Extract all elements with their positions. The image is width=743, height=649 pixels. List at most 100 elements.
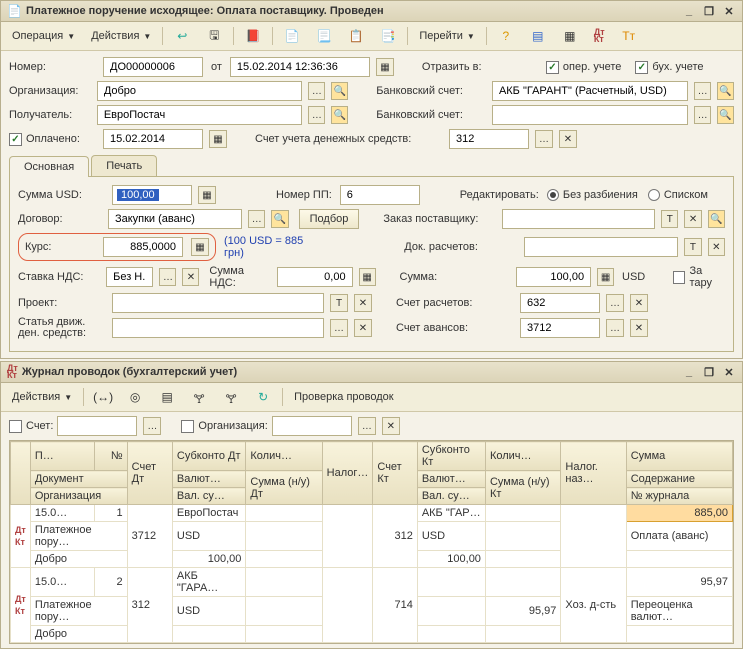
tab-main[interactable]: Основная (9, 156, 89, 177)
radio-nosplit[interactable]: Без разбиения (547, 189, 638, 201)
account-filter-input[interactable] (57, 416, 137, 436)
acc-account-checkbox[interactable]: ✓бух. учете (635, 61, 703, 74)
bank-account2-input[interactable] (492, 105, 688, 125)
bank-account-input[interactable] (492, 81, 688, 101)
post-icon[interactable]: 📄 (277, 25, 307, 47)
bank2-search-icon[interactable]: 🔍 (717, 106, 734, 124)
account-filter-checkbox[interactable]: Счет: (9, 420, 53, 433)
recipient-search-icon[interactable]: 🔍 (331, 106, 348, 124)
cash-clear-icon[interactable]: ✕ (559, 130, 577, 148)
contract-input[interactable] (108, 209, 242, 229)
cash-account-input[interactable] (449, 129, 529, 149)
check-entries-button[interactable]: Проверка проводок (287, 388, 400, 406)
supplier-order-input[interactable] (502, 209, 655, 229)
contract-ellipsis-icon[interactable]: … (248, 210, 265, 228)
account-filter-ellipsis-icon[interactable]: … (143, 417, 161, 435)
list-icon[interactable]: ▤ (523, 25, 553, 47)
print-movements-icon[interactable]: 📑 (373, 25, 403, 47)
org-filter-ellipsis-icon[interactable]: … (358, 417, 376, 435)
save-close-icon[interactable]: 🖫 (199, 25, 229, 47)
org-filter-checkbox[interactable]: Организация: (181, 420, 267, 433)
actions-menu[interactable]: Действия▼ (84, 27, 158, 45)
bank2-ellipsis-icon[interactable]: … (694, 106, 711, 124)
paid-calendar-icon[interactable]: ▦ (209, 130, 227, 148)
funnel-off-icon[interactable]: 🝖 (216, 386, 246, 408)
rate-input[interactable] (103, 237, 183, 257)
recipient-input[interactable] (97, 105, 303, 125)
range-icon[interactable]: (↔) (88, 386, 118, 408)
operation-menu[interactable]: Операция▼ (5, 27, 82, 45)
accadv-ellipsis-icon[interactable]: … (606, 319, 624, 337)
recipient-ellipsis-icon[interactable]: … (308, 106, 325, 124)
org-filter-clear-icon[interactable]: ✕ (382, 417, 400, 435)
run-icon[interactable]: ↩ (167, 25, 197, 47)
dk-icon[interactable]: Дт Кт (587, 26, 612, 46)
filter-icon[interactable]: ▤ (152, 386, 182, 408)
sum-calc-icon[interactable]: ▦ (597, 268, 614, 286)
order-t-icon[interactable]: T (661, 210, 678, 228)
contract-search-icon[interactable]: 🔍 (271, 210, 288, 228)
help-icon[interactable]: ? (491, 25, 521, 47)
restore-button[interactable]: ❐ (702, 4, 716, 18)
rate-calc-icon[interactable]: ▦ (191, 238, 209, 256)
doc-calc-input[interactable] (524, 237, 678, 257)
journal-restore-button[interactable]: ❐ (702, 365, 716, 379)
acc-advance-input[interactable] (520, 318, 600, 338)
date-input[interactable] (230, 57, 370, 77)
paid-checkbox[interactable]: ✓Оплачено: (9, 133, 99, 146)
calendar-icon[interactable]: ▦ (376, 58, 394, 76)
radio-list[interactable]: Списком (648, 189, 708, 201)
vat-sum-input[interactable] (277, 267, 352, 287)
org-search-icon[interactable]: 🔍 (331, 82, 348, 100)
movements-icon[interactable]: 📋 (341, 25, 371, 47)
unpost-icon[interactable]: 📃 (309, 25, 339, 47)
cashflow-input[interactable] (112, 318, 324, 338)
order-search-icon[interactable]: 🔍 (708, 210, 725, 228)
journal-min-button[interactable]: _ (682, 365, 696, 379)
doccalc-t-icon[interactable]: T (684, 238, 701, 256)
journal-grid[interactable]: П… № Счет Дт Субконто Дт Колич… Налог… С… (9, 440, 734, 644)
accadv-clear-icon[interactable]: ✕ (630, 319, 648, 337)
project-clear-icon[interactable]: ✕ (354, 294, 372, 312)
pp-number-input[interactable] (340, 185, 420, 205)
journal-close-button[interactable]: ✕ (722, 365, 736, 379)
cashflow-ellipsis-icon[interactable]: … (330, 319, 348, 337)
journal-actions-menu[interactable]: Действия▼ (5, 388, 79, 406)
pick-button[interactable]: Подбор (299, 209, 360, 229)
tt-icon[interactable]: Тт (614, 25, 644, 47)
bank1-ellipsis-icon[interactable]: … (694, 82, 711, 100)
vat-clear-icon[interactable]: ✕ (182, 268, 199, 286)
goto-menu[interactable]: Перейти▼ (412, 27, 482, 45)
for-container-checkbox[interactable]: За тару (673, 265, 725, 289)
vat-rate-input[interactable] (106, 267, 153, 287)
vatsum-calc-icon[interactable]: ▦ (359, 268, 376, 286)
find-icon[interactable]: ◎ (120, 386, 150, 408)
order-clear-icon[interactable]: ✕ (684, 210, 701, 228)
funnel-icon[interactable]: 🝖 (184, 386, 214, 408)
doccalc-clear-icon[interactable]: ✕ (708, 238, 725, 256)
minimize-button[interactable]: _ (682, 4, 696, 18)
tab-print[interactable]: Печать (91, 155, 157, 176)
cashflow-clear-icon[interactable]: ✕ (354, 319, 372, 337)
table-row[interactable]: Дт Кт 15.0… 2 312 АКБ "ГАРА… 714 Хоз. д-… (11, 568, 733, 597)
sum-usd-input[interactable]: 100,00 (112, 185, 192, 205)
number-input[interactable] (103, 57, 203, 77)
vat-ellipsis-icon[interactable]: … (159, 268, 176, 286)
oper-account-checkbox[interactable]: ✓опер. учете (546, 61, 621, 74)
cash-ellipsis-icon[interactable]: … (535, 130, 553, 148)
acc-calc-input[interactable] (520, 293, 600, 313)
acccalc-ellipsis-icon[interactable]: … (606, 294, 624, 312)
org-filter-input[interactable] (272, 416, 352, 436)
paid-date-input[interactable] (103, 129, 203, 149)
acccalc-clear-icon[interactable]: ✕ (630, 294, 648, 312)
bank1-search-icon[interactable]: 🔍 (717, 82, 734, 100)
close-button[interactable]: ✕ (722, 4, 736, 18)
project-t-icon[interactable]: T (330, 294, 348, 312)
sum-input[interactable] (516, 267, 591, 287)
table-row[interactable]: Дт Кт 15.0… 1 3712 ЕвроПостач 312 АКБ "Г… (11, 505, 733, 522)
organization-input[interactable] (97, 81, 303, 101)
org-ellipsis-icon[interactable]: … (308, 82, 325, 100)
project-input[interactable] (112, 293, 324, 313)
book-icon[interactable]: 📕 (238, 25, 268, 47)
refresh-icon[interactable]: ↻ (248, 386, 278, 408)
